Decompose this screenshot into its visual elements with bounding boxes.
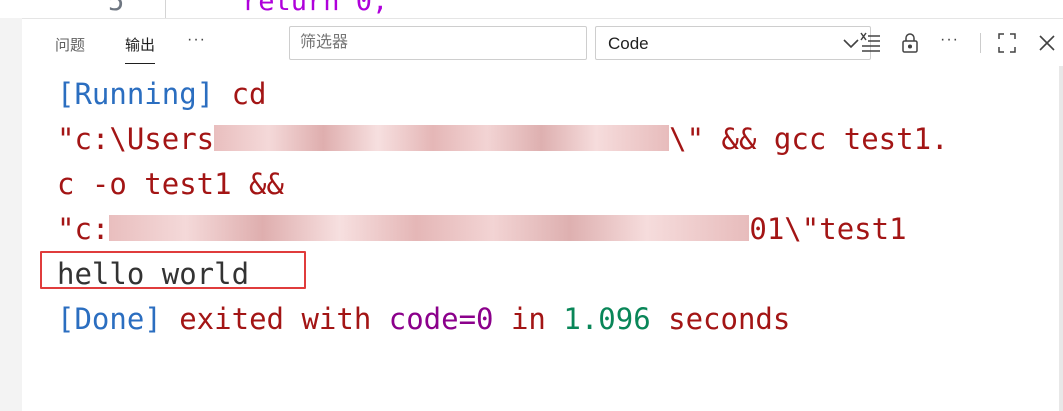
output-line: "c:\Users \" && gcc test1. [57,117,1057,162]
output-text: "c: [57,212,110,246]
output-channel-value: Code [608,34,649,53]
code-line[interactable]: return 0; [242,0,388,17]
output-text: "c:\Users [57,122,215,156]
output-content[interactable]: [Running] cd "c:\Users \" && gcc test1. c… [57,72,1057,342]
output-channel-select[interactable]: Code [595,26,871,60]
output-text: \" && gcc test1. [669,122,949,156]
output-text: cd [214,77,267,111]
tab-problems[interactable]: 问题 [55,34,85,55]
output-text: seconds [650,302,791,336]
clear-output-icon[interactable] [860,30,882,56]
highlight-box [40,251,306,289]
scrollbar-track[interactable] [1059,66,1063,411]
redacted-path [214,125,670,151]
redacted-path [109,215,750,241]
output-line: "c: 01\"test1 [57,207,1057,252]
line-number: 5 [108,0,125,17]
output-text: in [493,302,564,336]
toolbar-separator [980,33,981,53]
running-tag: [Running] [57,77,215,111]
filter-input[interactable] [289,26,587,60]
output-line: [Done] exited with code=0 in 1.096 secon… [57,297,1057,342]
duration-value: 1.096 [563,302,651,336]
close-panel-icon[interactable] [1036,30,1058,56]
done-tag: [Done] [57,302,162,336]
output-text: exited with [161,302,389,336]
editor-area: 5 return 0; [0,0,1063,19]
maximize-panel-icon[interactable] [996,30,1018,56]
panel-header: 问题 输出 ··· Code ··· [22,20,1063,68]
lock-scroll-icon[interactable] [899,30,921,56]
panel-more-tabs-button[interactable]: ··· [187,31,206,49]
editor-divider [165,0,166,18]
output-line: c -o test1 && [57,167,284,201]
output-text: 01\"test1 [749,212,907,246]
chevron-down-icon [843,39,859,49]
more-actions-icon[interactable]: ··· [940,31,959,49]
exit-code: code=0 [388,302,494,336]
activity-edge [0,18,22,411]
tab-output[interactable]: 输出 [125,34,156,64]
output-line: [Running] cd [57,72,1057,117]
